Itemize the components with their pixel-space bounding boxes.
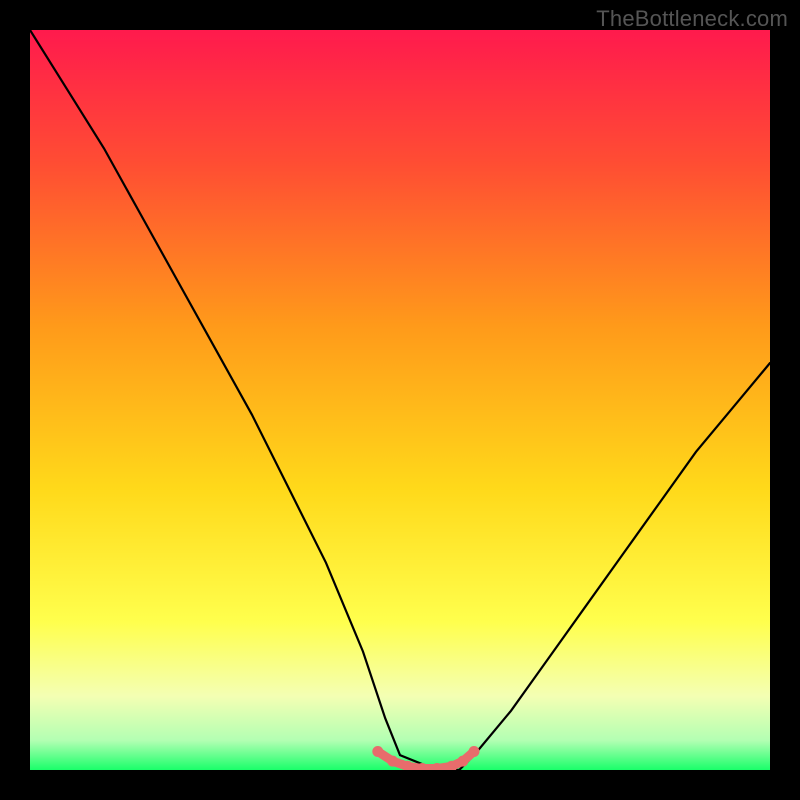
bottom-marker-dot: [387, 756, 398, 767]
bottom-marker-dot: [457, 756, 468, 767]
chart-svg: [30, 30, 770, 770]
bottom-marker-dot: [372, 746, 383, 757]
chart-frame: TheBottleneck.com: [0, 0, 800, 800]
gradient-background: [30, 30, 770, 770]
plot-area: [30, 30, 770, 770]
watermark-text: TheBottleneck.com: [596, 6, 788, 32]
bottom-marker-dot: [469, 746, 480, 757]
